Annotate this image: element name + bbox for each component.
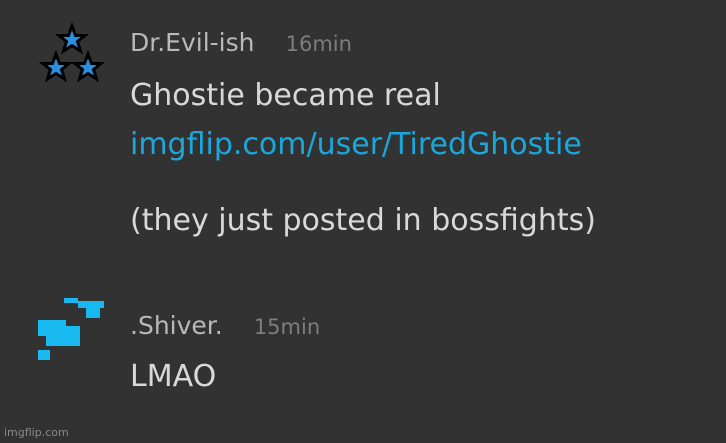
timestamp: 15min <box>253 315 321 339</box>
three-stars-icon[interactable] <box>38 21 106 83</box>
username[interactable]: .Shiver. <box>130 311 223 340</box>
message-text: LMAO <box>130 359 217 394</box>
message-link[interactable]: imgflip.com/user/TiredGhostie <box>130 130 582 160</box>
message-text: Ghostie became real <box>130 78 441 113</box>
pixel-creature-icon[interactable] <box>38 298 104 362</box>
watermark: imgflip.com <box>4 426 69 439</box>
username[interactable]: Dr.Evil-ish <box>130 28 255 57</box>
message-text: (they just posted in bossfights) <box>130 203 596 238</box>
timestamp: 16min <box>285 32 352 56</box>
